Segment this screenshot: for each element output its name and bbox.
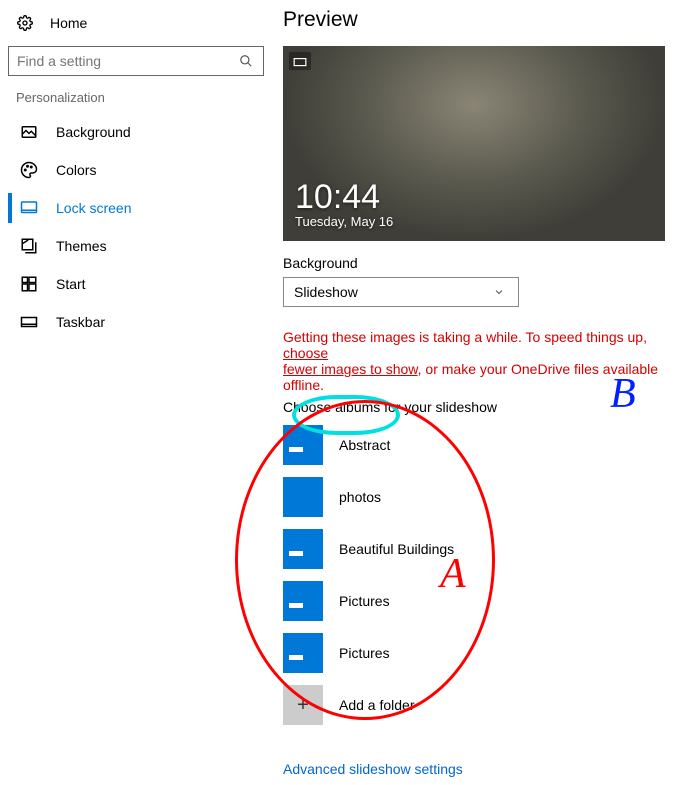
sidebar-item-label: Themes [56,238,107,254]
search-input[interactable] [17,53,237,69]
preview-heading: Preview [283,8,665,32]
sidebar-item-label: Colors [56,162,96,178]
album-item[interactable]: Pictures [283,581,665,621]
picture-icon [20,123,38,141]
album-label: Beautiful Buildings [339,541,454,557]
album-item[interactable]: photos [283,477,665,517]
sidebar-item-label: Taskbar [56,314,105,330]
album-item[interactable]: Pictures [283,633,665,673]
folder-icon [283,425,323,465]
palette-icon [20,161,38,179]
album-label: Pictures [339,593,390,609]
sidebar-item-lock-screen[interactable]: Lock screen [8,189,265,227]
home-nav[interactable]: Home [8,8,265,38]
add-folder-button[interactable]: + Add a folder [283,685,665,725]
album-list: Abstract photos Beautiful Buildings Pict… [283,425,665,725]
search-input-wrapper[interactable] [8,46,264,76]
taskbar-icon [20,313,38,331]
start-icon [20,275,38,293]
sidebar-item-themes[interactable]: Themes [8,227,265,265]
sidebar-item-background[interactable]: Background [8,113,265,151]
section-header: Personalization [8,90,265,113]
album-label: Pictures [339,645,390,661]
gear-icon [16,14,34,32]
folder-icon [283,633,323,673]
slideshow-warning: Getting these images is taking a while. … [283,329,665,393]
album-item[interactable]: Abstract [283,425,665,465]
folder-icon [283,529,323,569]
preview-time: 10:44 [295,180,653,214]
background-value: Slideshow [294,284,358,300]
background-select[interactable]: Slideshow [283,277,519,307]
themes-icon [20,237,38,255]
album-item[interactable]: Beautiful Buildings [283,529,665,569]
lock-screen-preview: 10:44 Tuesday, May 16 [283,46,665,241]
preview-date: Tuesday, May 16 [295,214,653,229]
folder-icon [283,477,323,517]
album-label: Abstract [339,437,390,453]
home-label: Home [50,15,87,31]
choose-albums-header: Choose albums for your slideshow [283,399,665,415]
sidebar-item-colors[interactable]: Colors [8,151,265,189]
sidebar-item-label: Start [56,276,86,292]
sidebar-item-label: Lock screen [56,200,131,216]
advanced-settings-link[interactable]: Advanced slideshow settings [283,761,463,777]
lock-screen-icon [20,199,38,217]
folder-icon [283,581,323,621]
add-folder-label: Add a folder [339,697,415,713]
search-icon [237,52,255,70]
chevron-down-icon [490,283,508,301]
network-status-icon [289,52,311,70]
background-label: Background [283,255,665,271]
sidebar-item-label: Background [56,124,131,140]
sidebar-item-taskbar[interactable]: Taskbar [8,303,265,341]
sidebar-item-start[interactable]: Start [8,265,265,303]
plus-icon: + [283,685,323,725]
album-label: photos [339,489,381,505]
